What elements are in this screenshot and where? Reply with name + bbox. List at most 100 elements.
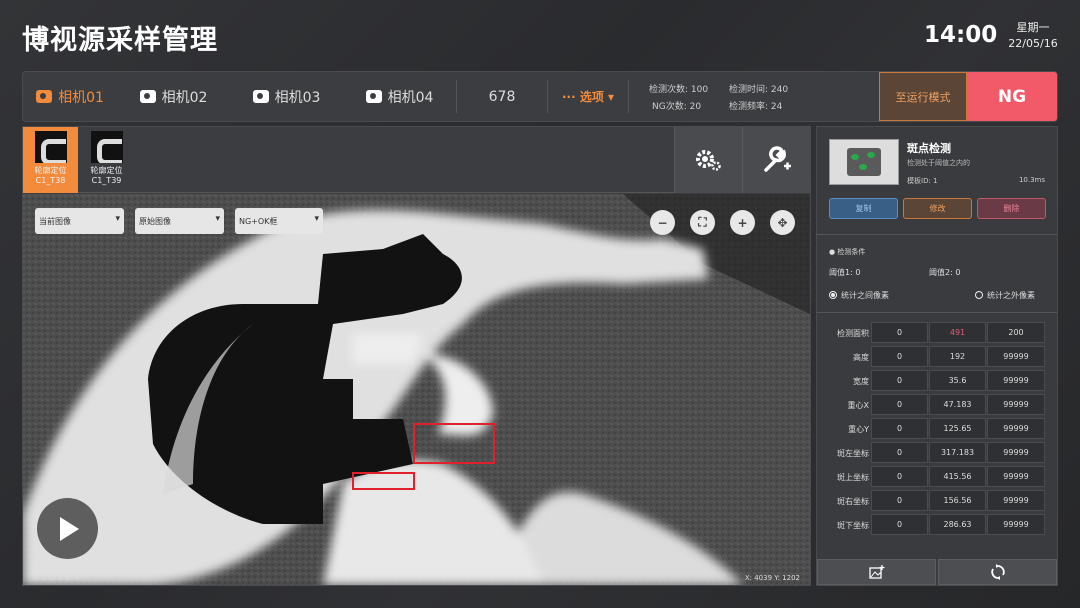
rgb-readout: R: 0 G: 0 B: 0 — [33, 574, 80, 582]
min-field[interactable]: 0 — [871, 490, 928, 511]
tool-title: 斑点检测 — [907, 142, 951, 155]
blob-dot — [859, 164, 867, 170]
stat-value: 100 — [690, 85, 709, 95]
add-tool-button[interactable] — [742, 127, 810, 193]
tab-camera-01[interactable]: 相机01 — [23, 72, 117, 121]
radio-outside[interactable]: 统计之外像素 — [975, 290, 1035, 301]
pan-move-icon[interactable]: ✥ — [770, 210, 795, 235]
row-label: 重心Y — [848, 425, 869, 434]
divider — [817, 234, 1057, 235]
table-row: 斑上坐标 0 415.56 99999 — [817, 465, 1057, 488]
edit-button[interactable]: 修改 — [903, 198, 972, 219]
min-field[interactable]: 0 — [871, 322, 928, 343]
image-add-button[interactable] — [817, 559, 936, 585]
play-button[interactable] — [37, 498, 98, 559]
value-field: 125.65 — [929, 418, 986, 439]
min-field[interactable]: 0 — [871, 466, 928, 487]
tab-camera-04[interactable]: 相机04 — [343, 72, 456, 121]
camera-icon — [139, 90, 156, 103]
min-field[interactable]: 0 — [871, 442, 928, 463]
counter: 678 — [488, 88, 516, 105]
tab-label: 相机04 — [387, 89, 434, 106]
camera-icon — [365, 90, 382, 103]
zoom-out-icon[interactable]: − — [650, 210, 675, 235]
row-label: 斑下坐标 — [837, 521, 869, 530]
copy-button[interactable]: 复制 — [829, 198, 898, 219]
max-field[interactable]: 99999 — [987, 418, 1045, 439]
threshold-2: 阈值2: 0 — [929, 268, 961, 277]
table-row: 重心X 0 47.183 99999 — [817, 393, 1057, 416]
stat-label: 检测频率: — [729, 102, 769, 112]
fit-screen-icon[interactable]: ⛶ — [690, 210, 715, 235]
thumb-name: 轮廓定位 — [34, 166, 67, 175]
value-field: 317.183 — [929, 442, 986, 463]
blob-dot — [851, 154, 859, 160]
max-field[interactable]: 99999 — [987, 394, 1045, 415]
tab-label: 相机01 — [58, 89, 104, 106]
radio-label: 统计之间像素 — [841, 291, 889, 300]
contour-thumbnail — [34, 131, 67, 163]
min-field[interactable]: 0 — [871, 514, 928, 535]
camera-icon — [36, 90, 53, 103]
tool-preview — [829, 139, 899, 185]
refresh-button[interactable] — [938, 559, 1057, 585]
min-field[interactable]: 0 — [871, 418, 928, 439]
run-time: 10.3ms — [1018, 176, 1045, 184]
tab-label: 相机03 — [274, 89, 321, 106]
tab-camera-02[interactable]: 相机02 — [117, 72, 230, 121]
part-image — [23, 194, 810, 585]
settings-button[interactable] — [674, 127, 742, 193]
box-display-dropdown[interactable]: NG+OK框 — [235, 208, 323, 234]
page-title: 博视源采样管理 — [22, 25, 218, 56]
zoom-in-icon[interactable]: + — [730, 210, 755, 235]
options-menu[interactable]: ··· 选项 ▾ — [548, 72, 628, 121]
tool-thumb-c1-t38[interactable]: 轮廓定位 C1_T38 — [23, 127, 78, 193]
wrench-plus-icon — [763, 146, 791, 172]
tool-thumb-c1-t39[interactable]: 轮廓定位 C1_T39 — [79, 127, 134, 193]
gears-icon — [695, 150, 721, 171]
tool-description: 检测处于阈值之内的 — [907, 159, 970, 167]
divider — [817, 312, 1057, 313]
max-field[interactable]: 99999 — [987, 490, 1045, 511]
max-field[interactable]: 200 — [987, 322, 1045, 343]
tool-thumbnail-bar: 轮廓定位 C1_T38 轮廓定位 C1_T39 — [23, 127, 810, 193]
inspection-image[interactable]: 当前图像 原始图像 NG+OK框 − ⛶ + ✥ R: 0 G: 0 B: 0 … — [23, 194, 810, 585]
value-field: 35.6 — [929, 370, 986, 391]
max-field[interactable]: 99999 — [987, 466, 1045, 487]
max-field[interactable]: 99999 — [987, 370, 1045, 391]
play-icon — [59, 516, 79, 541]
tab-camera-03[interactable]: 相机03 — [230, 72, 343, 121]
ng-status: NG — [967, 72, 1057, 121]
value-field: 192 — [929, 346, 986, 367]
radio-icon — [975, 291, 983, 299]
min-field[interactable]: 0 — [871, 370, 928, 391]
table-row: 高度 0 192 99999 — [817, 345, 1057, 368]
image-viewer: 轮廓定位 C1_T38 轮廓定位 C1_T39 当前图像 ▾ 原始图像 ▾ NG… — [22, 126, 811, 586]
camera-icon — [252, 90, 269, 103]
value-field: 415.56 — [929, 466, 986, 487]
row-label: 斑左坐标 — [837, 449, 869, 458]
original-image-dropdown[interactable]: 原始图像 — [135, 208, 224, 234]
max-field[interactable]: 99999 — [987, 514, 1045, 535]
row-label: 高度 — [853, 353, 869, 362]
row-label: 检测面积 — [837, 329, 869, 338]
table-row: 宽度 0 35.6 99999 — [817, 369, 1057, 392]
weekday: 星期一 — [1016, 21, 1050, 34]
run-mode-button[interactable]: 至运行模式 — [879, 72, 967, 121]
table-row: 斑下坐标 0 286.63 99999 — [817, 513, 1057, 536]
current-image-dropdown[interactable]: 当前图像 — [35, 208, 124, 234]
delete-button[interactable]: 删除 — [977, 198, 1046, 219]
min-field[interactable]: 0 — [871, 346, 928, 367]
conditions-label: ● 检测条件 — [829, 248, 866, 256]
refresh-icon — [990, 564, 1005, 580]
clock: 14:00 — [924, 22, 998, 48]
contour-thumbnail — [90, 131, 123, 163]
min-field[interactable]: 0 — [871, 394, 928, 415]
date-block: 星期一 22/05/16 — [1002, 20, 1064, 52]
radio-icon — [829, 291, 837, 299]
radio-inside[interactable]: 统计之间像素 — [829, 290, 889, 301]
max-field[interactable]: 99999 — [987, 442, 1045, 463]
stat-value: 240 — [770, 85, 789, 95]
threshold-1: 阈值1: 0 — [829, 268, 861, 277]
max-field[interactable]: 99999 — [987, 346, 1045, 367]
